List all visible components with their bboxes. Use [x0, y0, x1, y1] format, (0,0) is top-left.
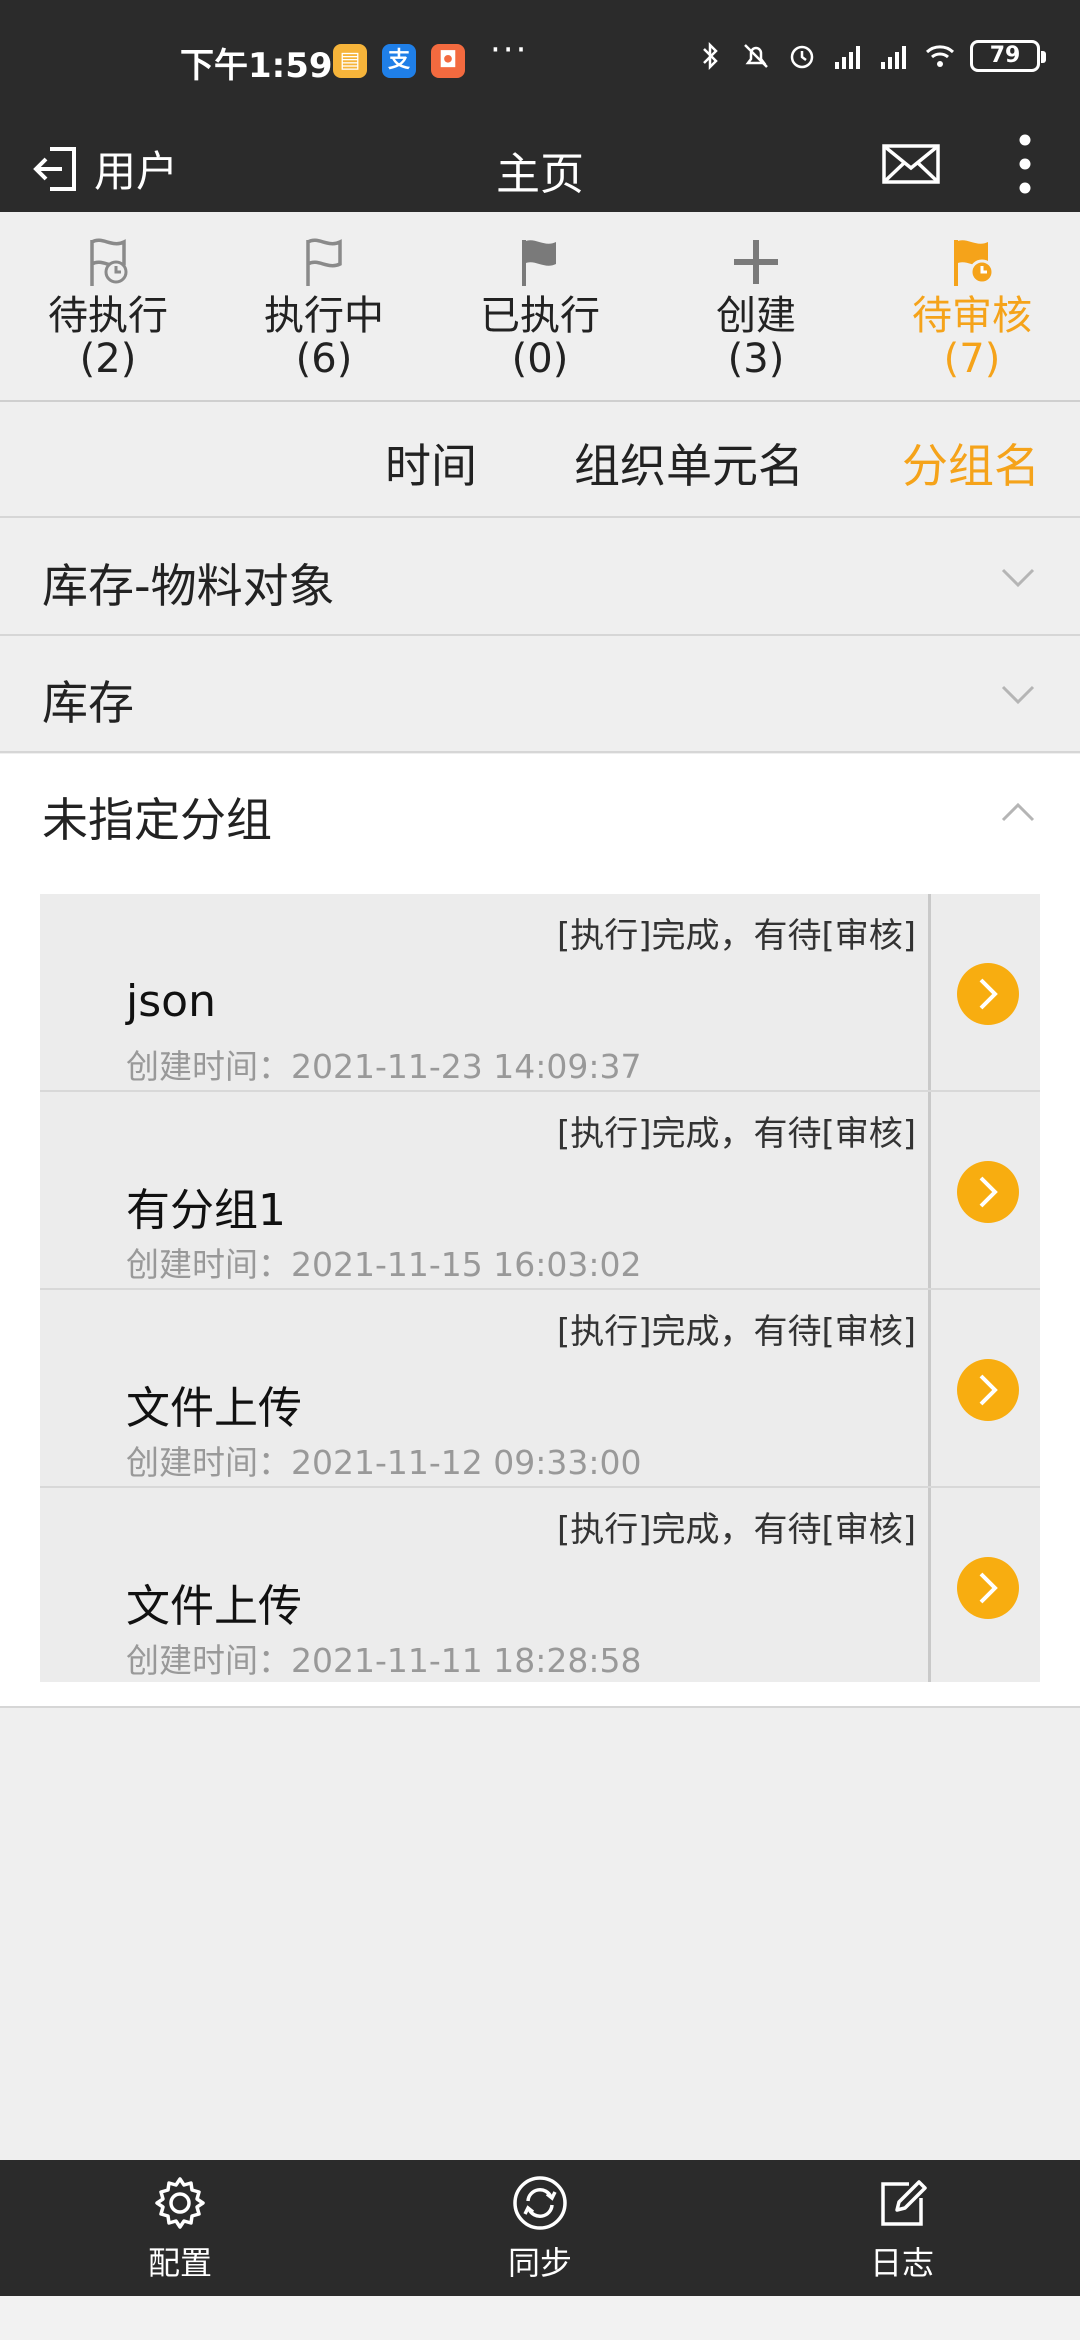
tab-label: 待执行: [48, 293, 168, 339]
more-menu-icon[interactable]: [1005, 124, 1045, 204]
shop-app-icon: ◘: [431, 44, 465, 78]
alipay-app-icon: 支: [382, 44, 416, 78]
task-name: 文件上传: [126, 1581, 302, 1632]
signal-1-icon: [835, 46, 860, 69]
task-name: json: [126, 976, 216, 1027]
wifi-icon: [925, 45, 955, 67]
task-card[interactable]: [执行]完成，有待[审核] 有分组1 创建时间：2021-11-15 16:03…: [40, 1092, 1040, 1290]
sort-by-group[interactable]: 分组名: [902, 430, 1040, 496]
chevron-right-circle-icon[interactable]: [956, 962, 1020, 1026]
more-notifications-icon: ···: [490, 30, 529, 70]
sort-bar: 时间 组织单元名 分组名: [0, 402, 1080, 518]
status-icons: 79: [694, 40, 1046, 72]
tab-executed[interactable]: 已执行 (0): [440, 232, 640, 402]
task-created-time: 创建时间：2021-11-23 14:09:37: [126, 1047, 642, 1086]
task-card[interactable]: [执行]完成，有待[审核] 文件上传 创建时间：2021-11-11 18:28…: [40, 1488, 1040, 1682]
nav-config-label: 配置: [147, 2244, 212, 2282]
task-status: [执行]完成，有待[审核]: [556, 1114, 916, 1154]
mute-bell-icon: [744, 44, 768, 68]
chevron-right-circle-icon[interactable]: [956, 1160, 1020, 1224]
task-status: [执行]完成，有待[审核]: [556, 1510, 916, 1550]
tab-create[interactable]: 创建 (3): [656, 232, 856, 402]
tab-count: (7): [943, 336, 1001, 382]
tab-label: 待审核: [912, 293, 1032, 339]
group-row[interactable]: 库存: [0, 637, 1080, 753]
nav-log[interactable]: 日志: [832, 2174, 972, 2284]
task-card[interactable]: [执行]完成，有待[审核] json 创建时间：2021-11-23 14:09…: [40, 894, 1040, 1092]
flag-outline-icon: [306, 238, 342, 286]
flag-clock-icon: [90, 238, 128, 286]
gear-icon: [155, 2177, 205, 2229]
task-created-time: 创建时间：2021-11-11 18:28:58: [126, 1641, 642, 1680]
expanded-group: 未指定分组 [执行]完成，有待[审核] json 创建时间：2021-11-23…: [0, 754, 1080, 1708]
tab-executing[interactable]: 执行中 (6): [224, 232, 424, 402]
tab-count: (0): [511, 336, 569, 382]
sync-icon: [513, 2176, 567, 2230]
alarm-icon: [790, 45, 814, 69]
group-row[interactable]: 库存-物料对象: [0, 520, 1080, 636]
status-bar: 下午1:59 ▤ 支 ◘ ··· 79: [0, 0, 1080, 120]
tab-label: 执行中: [264, 293, 384, 339]
plus-icon: [734, 240, 778, 284]
nav-config[interactable]: 配置: [110, 2174, 250, 2284]
app-bar: 用户 主页: [0, 120, 1080, 212]
status-tabs: 待执行 (2) 执行中 (6) 已执行 (0) 创建 (3) 待审核 (7): [0, 212, 1080, 402]
nav-log-label: 日志: [869, 2244, 934, 2282]
task-list: [执行]完成，有待[审核] json 创建时间：2021-11-23 14:09…: [40, 894, 1040, 1682]
task-status: [执行]完成，有待[审核]: [556, 1312, 916, 1352]
tab-count: (3): [727, 336, 785, 382]
chevron-down-icon: [1001, 685, 1035, 705]
task-card[interactable]: [执行]完成，有待[审核] 文件上传 创建时间：2021-11-12 09:33…: [40, 1290, 1040, 1488]
signal-2-icon: [881, 46, 906, 69]
chevron-up-icon[interactable]: [1000, 798, 1036, 826]
task-created-time: 创建时间：2021-11-12 09:33:00: [126, 1443, 642, 1482]
divider: [928, 1488, 931, 1682]
gesture-bar: [0, 2296, 1080, 2340]
task-name: 文件上传: [126, 1383, 302, 1434]
sort-by-time[interactable]: 时间: [385, 430, 477, 496]
tab-label: 创建: [716, 293, 796, 339]
chevron-right-circle-icon[interactable]: [956, 1556, 1020, 1620]
tab-label: 已执行: [480, 293, 600, 339]
mail-icon[interactable]: [880, 134, 942, 194]
flag-clock-filled-icon: [954, 240, 995, 286]
sort-by-org-unit[interactable]: 组织单元名: [574, 430, 804, 496]
nav-sync-label: 同步: [507, 2244, 572, 2282]
group-name: 库存-物料对象: [42, 559, 335, 613]
bluetooth-icon: [703, 41, 718, 71]
tab-pending-review[interactable]: 待审核 (7): [872, 232, 1072, 402]
group-name[interactable]: 未指定分组: [42, 784, 272, 850]
notes-app-icon: ▤: [333, 44, 367, 78]
divider: [928, 1092, 931, 1288]
battery-icon: 79: [970, 40, 1046, 72]
flag-filled-icon: [522, 240, 556, 286]
chevron-right-circle-icon[interactable]: [956, 1358, 1020, 1422]
tab-pending[interactable]: 待执行 (2): [8, 232, 208, 402]
group-name: 库存: [42, 676, 134, 730]
task-name: 有分组1: [126, 1185, 286, 1236]
bottom-nav: 配置 同步 日志: [0, 2160, 1080, 2296]
status-time: 下午1:59: [180, 46, 333, 86]
tab-count: (2): [79, 336, 137, 382]
divider: [928, 1290, 931, 1486]
chevron-down-icon: [1001, 568, 1035, 588]
task-status: [执行]完成，有待[审核]: [556, 916, 916, 956]
divider: [928, 894, 931, 1090]
tab-count: (6): [295, 336, 353, 382]
nav-sync[interactable]: 同步: [470, 2174, 610, 2284]
edit-log-icon: [881, 2180, 927, 2226]
task-created-time: 创建时间：2021-11-15 16:03:02: [126, 1245, 642, 1284]
